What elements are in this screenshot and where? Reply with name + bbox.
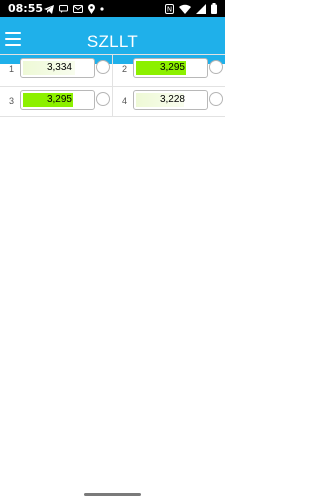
mail-icon xyxy=(73,5,83,13)
grid-cell-4: 4 3,228 xyxy=(113,87,225,118)
status-notification-icons xyxy=(44,4,104,14)
navigation-bar xyxy=(0,490,225,500)
value-field[interactable]: 3,295 xyxy=(133,58,208,78)
cell-index: 4 xyxy=(122,96,128,106)
grid-cell-3: 3 3,295 xyxy=(0,87,112,118)
status-bar: 08:55 N xyxy=(0,0,225,17)
status-time: 08:55 xyxy=(8,2,44,15)
value-text: 3,228 xyxy=(159,94,185,105)
select-radio[interactable] xyxy=(96,60,110,74)
cell-index: 2 xyxy=(122,64,128,74)
battery-icon xyxy=(211,3,217,14)
value-text: 3,295 xyxy=(46,94,72,105)
app-title: SZLLT xyxy=(86,32,139,51)
home-gesture-handle[interactable] xyxy=(84,493,141,496)
value-text: 3,295 xyxy=(159,62,185,73)
nfc-icon: N xyxy=(165,3,174,14)
svg-text:N: N xyxy=(167,5,172,13)
grid-cell-2: 2 3,295 xyxy=(113,55,225,86)
cell-index: 3 xyxy=(9,96,15,106)
select-radio[interactable] xyxy=(209,92,223,106)
wifi-icon xyxy=(179,4,191,14)
dot-icon xyxy=(100,7,104,11)
value-text: 3,334 xyxy=(46,62,72,73)
select-radio[interactable] xyxy=(209,60,223,74)
grid-cell-1: 1 3,334 xyxy=(0,55,112,86)
value-field[interactable]: 3,295 xyxy=(20,90,95,110)
signal-icon xyxy=(196,3,206,14)
value-grid: 1 3,334 2 3,295 3 3,295 4 3,228 xyxy=(0,54,225,117)
value-field[interactable]: 3,228 xyxy=(133,90,208,110)
cell-index: 1 xyxy=(9,64,15,74)
status-system-icons: N xyxy=(165,3,217,14)
telegram-icon xyxy=(44,4,54,14)
value-field[interactable]: 3,334 xyxy=(20,58,95,78)
message-icon xyxy=(59,5,68,13)
select-radio[interactable] xyxy=(96,92,110,106)
location-icon xyxy=(88,4,95,14)
